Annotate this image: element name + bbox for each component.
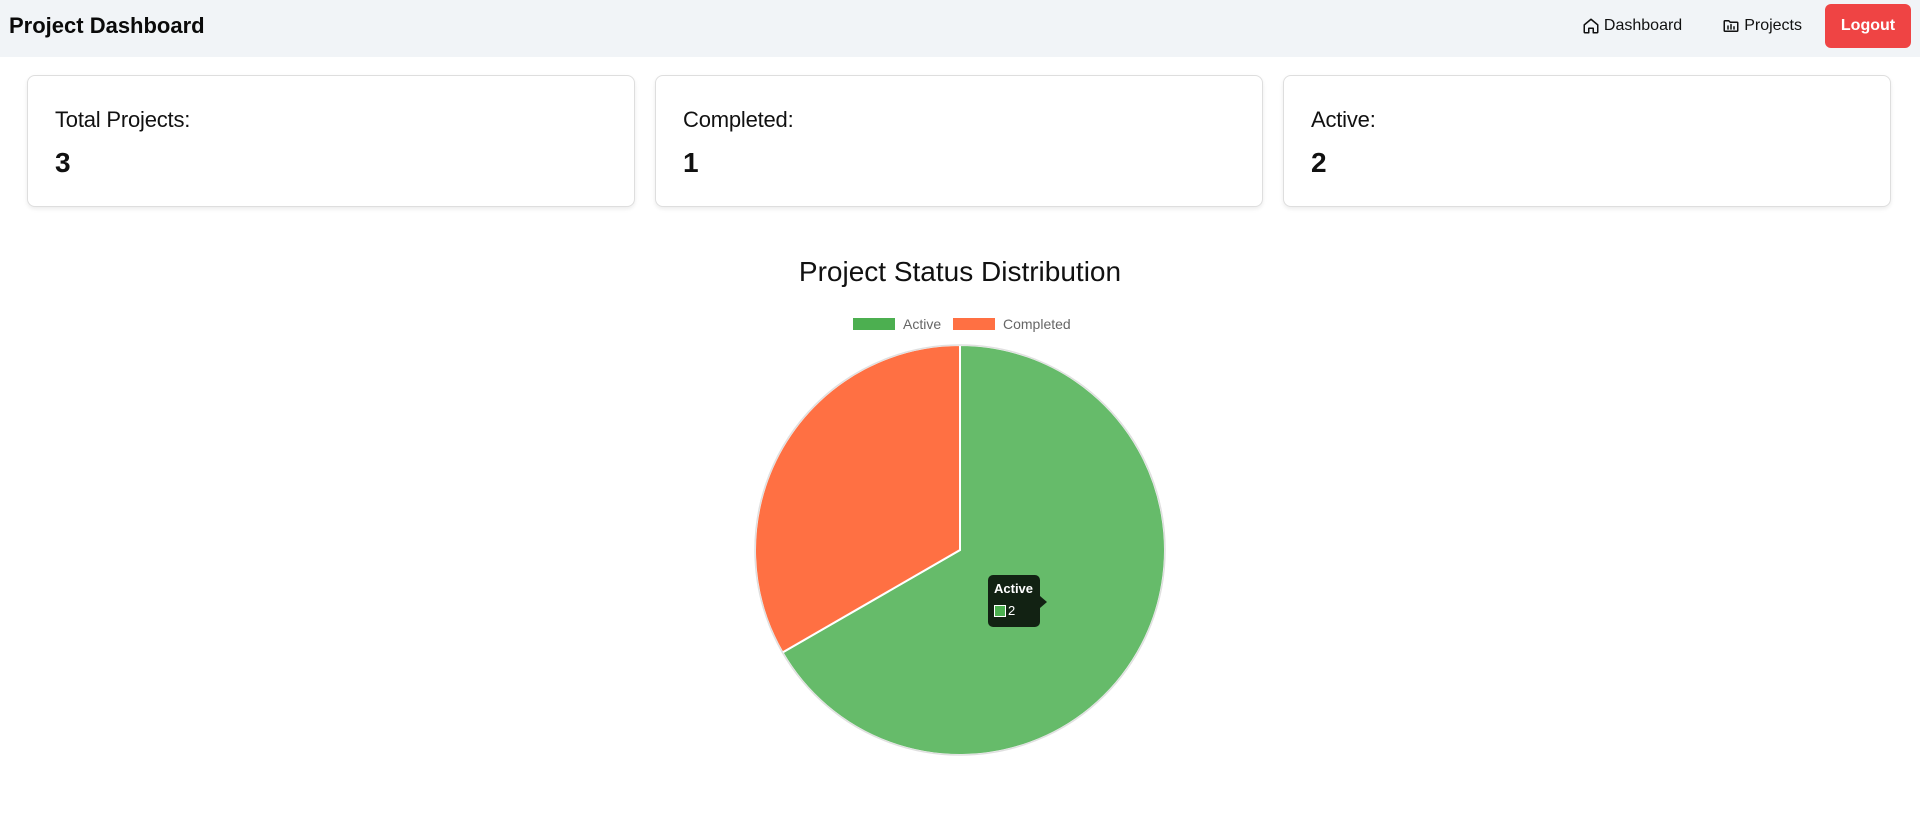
legend-swatch	[853, 318, 895, 330]
tooltip-color-swatch	[994, 605, 1006, 617]
tooltip-title: Active	[994, 581, 1034, 596]
legend-swatch	[953, 318, 995, 330]
legend-label: Active	[903, 316, 941, 332]
legend-label: Completed	[1003, 316, 1071, 332]
pie-slices	[754, 343, 1166, 756]
chart-legend: Active Completed	[853, 316, 1071, 332]
pie-chart: Active Completed	[754, 316, 1166, 756]
chart-tooltip: Active 2	[988, 575, 1047, 627]
tooltip-row: 2	[994, 604, 1034, 618]
legend-item-completed[interactable]: Completed	[953, 316, 1071, 332]
legend-item-active[interactable]: Active	[853, 316, 941, 332]
tooltip-value: 2	[1008, 603, 1016, 618]
